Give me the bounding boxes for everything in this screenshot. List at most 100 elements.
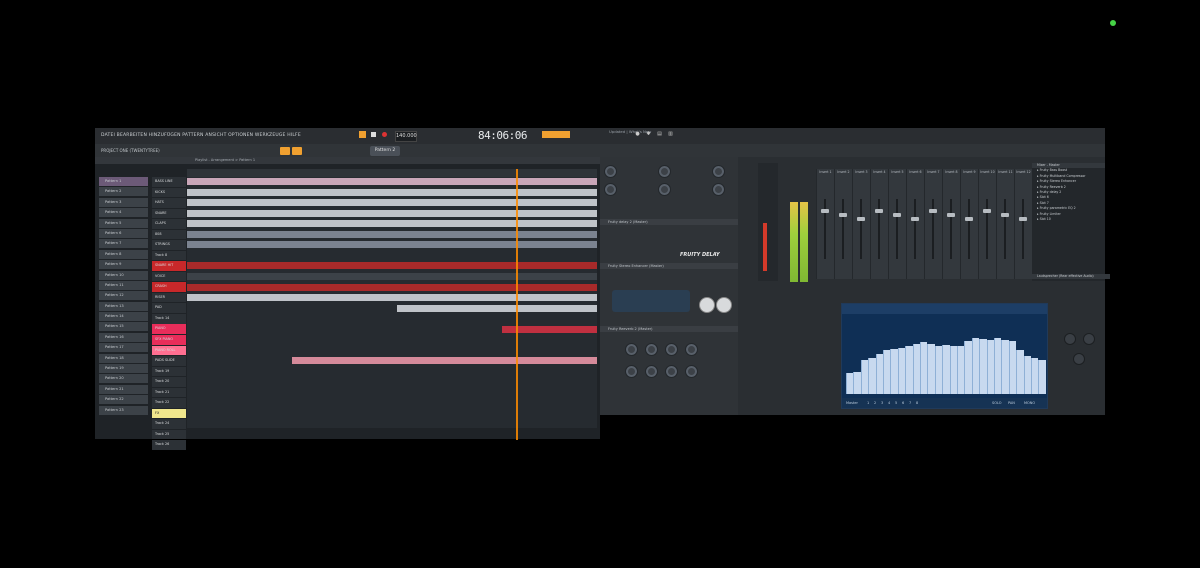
delay-knob[interactable] xyxy=(658,183,671,196)
insert-fader[interactable] xyxy=(983,209,991,213)
eq-page-button[interactable]: 4 xyxy=(888,398,890,408)
eq-page-button[interactable]: Master xyxy=(846,398,858,408)
insert-fader[interactable] xyxy=(1001,213,1009,217)
insert-fader[interactable] xyxy=(821,209,829,213)
mixer-icon[interactable]: ▥ xyxy=(668,132,673,137)
pattern-item[interactable]: Pattern 17 xyxy=(99,343,148,353)
eq-mode-button[interactable]: PAN xyxy=(1008,398,1015,408)
eq-band-bar[interactable] xyxy=(860,359,869,394)
piano-icon[interactable]: ▤ xyxy=(657,132,662,137)
pattern-item[interactable]: Pattern 10 xyxy=(99,270,148,280)
eq-band-bar[interactable] xyxy=(883,350,891,394)
insert-fader[interactable] xyxy=(839,213,847,217)
track-header[interactable]: Track 20 xyxy=(152,377,186,387)
track-header[interactable]: PIANO xyxy=(152,324,186,335)
eq-band-bar[interactable] xyxy=(868,358,876,394)
eq-band-bar[interactable] xyxy=(1031,358,1039,394)
eq-side-knob[interactable] xyxy=(1064,333,1076,345)
eq-band-bar[interactable] xyxy=(994,338,1002,394)
pattern-item[interactable]: Pattern 13 xyxy=(99,301,148,311)
reverb-knob[interactable] xyxy=(645,343,658,356)
mixer-insert[interactable]: Insert 3 xyxy=(852,169,870,279)
eq-page-button[interactable]: 1 xyxy=(867,398,869,408)
mixer-insert[interactable]: Insert 7 xyxy=(924,169,942,279)
delay-knob[interactable] xyxy=(712,165,725,178)
eq-band-bar[interactable] xyxy=(934,346,943,394)
track-header[interactable]: RISER xyxy=(152,292,186,303)
stereo-title[interactable]: Fruity Stereo Enhancer (Master) xyxy=(600,263,738,269)
mixer-insert[interactable]: Insert 1 xyxy=(816,169,834,279)
eq-band-bar[interactable] xyxy=(1008,341,1017,394)
eq-band-bar[interactable] xyxy=(890,349,898,394)
eq-page-button[interactable]: 6 xyxy=(902,398,904,408)
eq-band-bar[interactable] xyxy=(912,344,920,394)
delay-knob[interactable] xyxy=(604,165,617,178)
track-header[interactable]: PADS SLIDE xyxy=(152,356,186,366)
pattern-clip[interactable] xyxy=(187,209,597,217)
track-header[interactable]: BASS LINE xyxy=(152,177,186,187)
insert-fader[interactable] xyxy=(965,217,973,221)
pattern-item[interactable]: Pattern 7 xyxy=(99,239,148,249)
eq-band-bar[interactable] xyxy=(957,346,965,394)
track-header[interactable]: FX xyxy=(152,408,186,419)
insert-fader[interactable] xyxy=(947,213,955,217)
track-header[interactable]: CLAPS xyxy=(152,219,186,229)
track-header[interactable]: KICKS xyxy=(152,187,186,198)
eq-side-knob[interactable] xyxy=(1073,353,1085,365)
insert-fader[interactable] xyxy=(875,209,883,213)
insert-fader[interactable] xyxy=(911,217,919,221)
pattern-item[interactable]: Pattern 2 xyxy=(99,187,148,197)
eq-band-bar[interactable] xyxy=(1023,356,1031,394)
pattern-clip[interactable] xyxy=(187,272,597,280)
eq-band-bar[interactable] xyxy=(846,373,854,394)
track-header[interactable]: Track 22 xyxy=(152,398,186,408)
pattern-clip[interactable] xyxy=(187,294,597,302)
timeline-ruler[interactable] xyxy=(187,169,597,177)
reverb-knob[interactable] xyxy=(645,365,658,378)
mixer-insert[interactable]: Insert 5 xyxy=(888,169,906,279)
eq-band-bar[interactable] xyxy=(949,346,957,394)
mixer-insert[interactable]: Insert 8 xyxy=(942,169,960,279)
delay-knob[interactable] xyxy=(712,183,725,196)
pattern-item[interactable]: Pattern 16 xyxy=(99,332,148,342)
stereo-knob[interactable] xyxy=(699,297,715,313)
mixer-insert[interactable]: Insert 9 xyxy=(960,169,978,279)
track-header[interactable]: CRASH xyxy=(152,282,186,292)
reverb-knob[interactable] xyxy=(625,343,638,356)
track-header[interactable]: STRINGS xyxy=(152,240,186,250)
reverb-title[interactable]: Fruity Reeverb 2 (Master) xyxy=(600,326,738,332)
eq-band-bar[interactable] xyxy=(986,339,994,394)
track-header[interactable]: HATS xyxy=(152,198,186,208)
reverb-knob[interactable] xyxy=(685,365,698,378)
pattern-selector[interactable]: Pattern 2 xyxy=(370,145,400,156)
eq-band-bar[interactable] xyxy=(964,341,972,394)
stereo-knob[interactable] xyxy=(716,297,732,313)
pattern-clip[interactable] xyxy=(187,283,597,291)
pattern-item[interactable]: Pattern 12 xyxy=(99,291,148,301)
pattern-clip[interactable] xyxy=(187,199,597,207)
eq-page-button[interactable]: 7 xyxy=(909,398,911,408)
track-header[interactable]: SNARE HIT xyxy=(152,261,186,271)
pattern-clip[interactable] xyxy=(397,304,597,312)
track-header[interactable]: SNARE xyxy=(152,208,186,219)
insert-fader[interactable] xyxy=(893,213,901,217)
pattern-item[interactable]: Pattern 21 xyxy=(99,384,148,394)
insert-fader[interactable] xyxy=(857,217,865,221)
eq-side-knob[interactable] xyxy=(1083,333,1095,345)
snap-button[interactable] xyxy=(280,146,290,155)
reverb-knob[interactable] xyxy=(665,365,678,378)
track-header[interactable]: Track 26 xyxy=(152,440,186,450)
eq-band-bar[interactable] xyxy=(1016,350,1024,394)
pattern-item[interactable]: Pattern 5 xyxy=(99,218,148,228)
reverb-knob[interactable] xyxy=(685,343,698,356)
eq-band-bar[interactable] xyxy=(942,345,950,394)
pattern-clip[interactable] xyxy=(187,230,597,238)
eq-page-button[interactable]: 2 xyxy=(874,398,876,408)
track-header[interactable]: PAD xyxy=(152,303,186,313)
eq-band-bar[interactable] xyxy=(1001,339,1009,394)
eq-band-bar[interactable] xyxy=(927,343,935,394)
insert-fader[interactable] xyxy=(929,209,937,213)
pattern-item[interactable]: Pattern 19 xyxy=(99,364,148,374)
pattern-clip[interactable] xyxy=(292,357,597,365)
stop-button[interactable] xyxy=(371,132,376,137)
